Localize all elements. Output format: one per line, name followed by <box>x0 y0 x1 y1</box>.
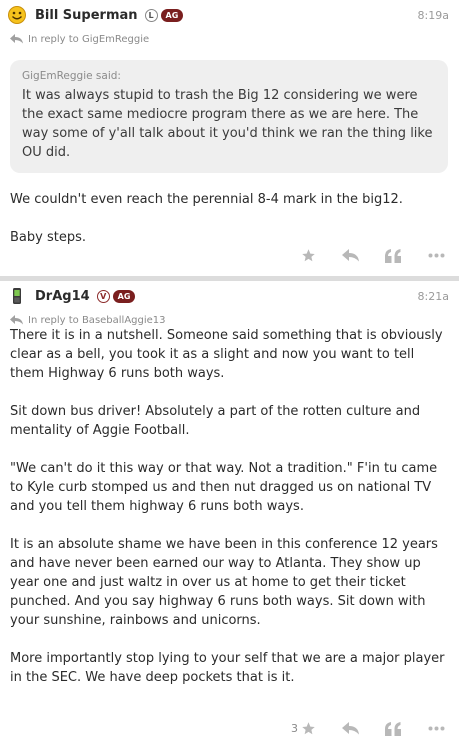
username[interactable]: DrAg14 <box>35 289 90 304</box>
more-icon <box>428 253 445 258</box>
more-button[interactable] <box>428 253 445 258</box>
more-button[interactable] <box>428 726 445 731</box>
post-drag14: DrAg14 V AG 8:21a In reply to BaseballAg… <box>0 281 459 750</box>
post-actions: 3 <box>265 721 445 736</box>
post-bill-superman: Bill Superman L AG 8:19a In reply to Gig… <box>0 0 459 276</box>
username[interactable]: Bill Superman <box>35 8 138 23</box>
star-icon <box>302 722 315 735</box>
reply-button[interactable] <box>342 249 359 262</box>
post-paragraph: More importantly stop lying to your self… <box>10 651 445 685</box>
phone-avatar-icon[interactable] <box>8 287 26 305</box>
post-time: 8:19a <box>417 8 449 22</box>
post-paragraph: There it is in a nutshell. Someone said … <box>10 328 443 381</box>
post-paragraph: Baby steps. <box>10 230 86 245</box>
quote-author[interactable]: GigEmReggie said: <box>22 70 438 82</box>
post-header: Bill Superman L AG 8:19a <box>0 0 459 30</box>
quote-button[interactable] <box>385 248 402 263</box>
reply-arrow-icon <box>10 34 23 44</box>
reply-icon <box>342 249 359 262</box>
post-paragraph: We couldn't even reach the perennial 8-4… <box>10 192 403 207</box>
post-header: DrAg14 V AG 8:21a <box>0 281 459 311</box>
more-icon <box>428 726 445 731</box>
star-button[interactable]: 3 <box>291 721 316 736</box>
post-body: There it is in a nutshell. Someone said … <box>0 326 459 687</box>
post-actions <box>275 248 445 263</box>
reply-to-text: In reply to BaseballAggie13 <box>28 314 166 326</box>
star-button[interactable] <box>301 248 316 263</box>
quote-button[interactable] <box>385 721 402 736</box>
quote-icon <box>385 248 401 263</box>
badge-ag: AG <box>112 289 136 303</box>
badge-ag: AG <box>160 8 184 22</box>
post-time: 8:21a <box>417 289 449 303</box>
star-icon <box>302 249 315 262</box>
reply-arrow-icon <box>10 315 23 325</box>
badge-lifetime: L <box>144 8 158 22</box>
quote-text: It was always stupid to trash the Big 12… <box>22 88 433 160</box>
reply-button[interactable] <box>342 722 359 735</box>
quote-block: GigEmReggie said: It was always stupid t… <box>10 60 448 173</box>
star-count: 3 <box>291 722 298 735</box>
post-body: We couldn't even reach the perennial 8-4… <box>0 190 459 247</box>
post-paragraph: Sit down bus driver! Absolutely a part o… <box>10 404 421 438</box>
reply-to-text: In reply to GigEmReggie <box>28 33 150 45</box>
reply-to-link[interactable]: In reply to GigEmReggie <box>0 30 459 48</box>
badge-verified: V <box>96 289 110 303</box>
smiley-avatar-icon[interactable] <box>8 6 26 24</box>
post-paragraph: It is an absolute shame we have been in … <box>10 537 438 628</box>
quote-icon <box>385 721 401 736</box>
post-paragraph: "We can't do it this way or that way. No… <box>10 461 438 514</box>
reply-icon <box>342 722 359 735</box>
